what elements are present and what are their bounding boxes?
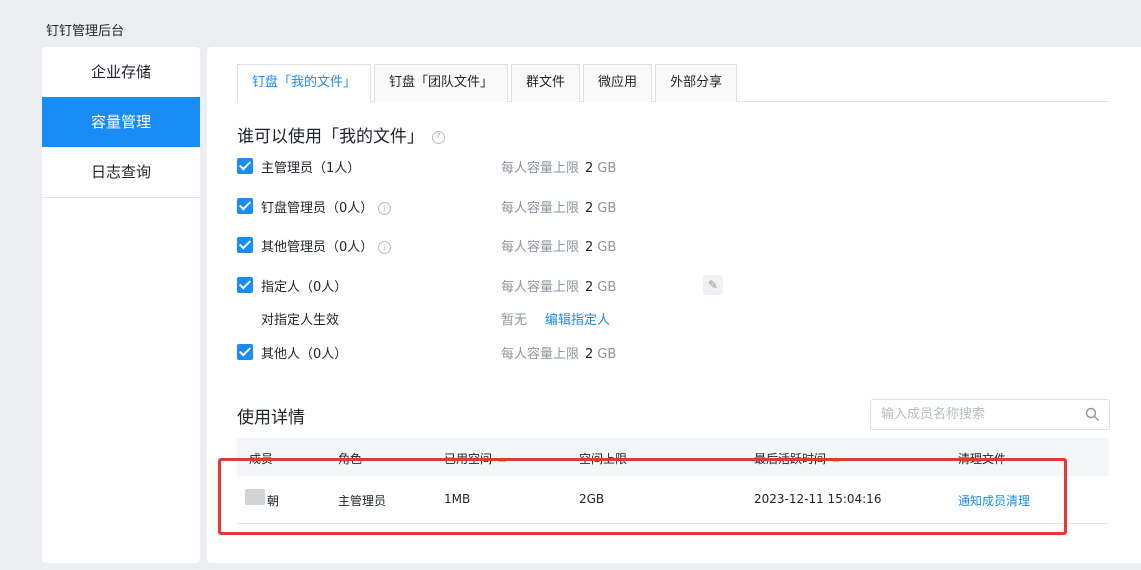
column-header-used-label: 已用空间 [444, 452, 493, 466]
table-row: 朝 主管理员 1MB 2GB 2023-12-11 15:04:16 通知成员清… [237, 476, 1109, 524]
quota-info: 每人容量上限 2 GB [501, 157, 616, 176]
quota-value: 2 [585, 347, 594, 362]
sort-icon[interactable] [498, 457, 507, 462]
last-active-time: 2023-12-11 15:04:16 [754, 492, 882, 506]
sidebar-item-enterprise-storage[interactable]: 企业存储 [42, 47, 200, 97]
quota-unit: GB [597, 347, 617, 362]
search-icon[interactable] [1085, 407, 1099, 421]
quota-value: 2 [585, 280, 594, 295]
tab-group-files[interactable]: 群文件 [511, 64, 581, 102]
permission-label-text: 钉盘管理员（0人） [261, 201, 374, 216]
permission-row: 其他管理员（0人） i 每人容量上限 2 GB [237, 235, 837, 255]
quota-value: 2 [585, 240, 594, 255]
quota-value: 2 [585, 161, 594, 176]
quota-unit: GB [597, 240, 617, 255]
info-icon[interactable]: i [378, 241, 392, 254]
usage-title: 使用详情 [237, 408, 305, 428]
quota-value: 2 [585, 201, 594, 216]
permission-row: 其他人（0人） 每人容量上限 2 GB [237, 342, 837, 362]
table-header: 成员 角色 已用空间 空间上限 最后活跃时间 清理文件 [237, 438, 1109, 476]
column-header-limit: 空间上限 [579, 452, 628, 466]
used-space: 1MB [444, 492, 471, 506]
quota-prefix: 每人容量上限 [501, 347, 580, 362]
sidebar: 企业存储 容量管理 日志查询 [42, 47, 200, 563]
member-role: 主管理员 [338, 494, 387, 508]
app-title: 钉钉管理后台 [46, 24, 125, 39]
tab-my-files[interactable]: 钉盘「我的文件」 [237, 64, 372, 103]
quota-unit: GB [597, 161, 617, 176]
quota-info: 每人容量上限 2 GB [501, 276, 616, 295]
edit-icon[interactable]: ✎ [703, 275, 723, 295]
search-input[interactable] [871, 400, 1071, 429]
sort-icon[interactable] [832, 457, 841, 462]
quota-info: 每人容量上限 2 GB [501, 343, 616, 362]
sidebar-item-log-query[interactable]: 日志查询 [42, 147, 200, 197]
space-limit: 2GB [579, 492, 605, 506]
usage-table: 成员 角色 已用空间 空间上限 最后活跃时间 清理文件 朝 主管理员 1MB 2… [237, 438, 1109, 524]
permission-row: 指定人（0人） 每人容量上限 2 GB ✎ [237, 275, 837, 295]
column-header-last-active[interactable]: 最后活跃时间 [754, 450, 841, 467]
quota-unit: GB [597, 201, 617, 216]
permission-row: 钉盘管理员（0人） i 每人容量上限 2 GB [237, 196, 837, 216]
quota-prefix: 每人容量上限 [501, 201, 580, 216]
permission-label: 指定人（0人） [261, 280, 348, 295]
member-name: 朝 [267, 494, 280, 508]
permission-label: 钉盘管理员（0人） i [261, 197, 392, 216]
quota-unit: GB [597, 280, 617, 295]
tab-external-share[interactable]: 外部分享 [655, 64, 738, 102]
permission-label-text: 其他管理员（0人） [261, 240, 374, 255]
question-icon[interactable]: ? [432, 130, 445, 144]
permission-label: 其他管理员（0人） i [261, 236, 392, 255]
permissions-title-text: 谁可以使用「我的文件」 [237, 127, 424, 147]
column-header-member: 成员 [249, 452, 274, 466]
sidebar-divider [42, 197, 200, 198]
column-header-role: 角色 [338, 452, 363, 466]
checkbox-other-admin[interactable] [237, 237, 253, 253]
notify-cleanup-link[interactable]: 通知成员清理 [958, 492, 1030, 509]
checkbox-others[interactable] [237, 344, 253, 360]
checkbox-designated[interactable] [237, 277, 253, 293]
column-header-used[interactable]: 已用空间 [444, 450, 507, 467]
quota-prefix: 每人容量上限 [501, 280, 580, 295]
column-header-last-active-label: 最后活跃时间 [754, 452, 827, 466]
designated-value: 暂无 [501, 313, 528, 328]
permission-row: 主管理员（1人） 每人容量上限 2 GB [237, 156, 837, 176]
tab-bar: 钉盘「我的文件」 钉盘「团队文件」 群文件 微应用 外部分享 [237, 64, 1109, 103]
member-search [870, 399, 1110, 430]
permission-label: 主管理员（1人） [261, 161, 361, 176]
tab-team-files[interactable]: 钉盘「团队文件」 [374, 64, 509, 102]
permission-label: 其他人（0人） [261, 347, 348, 362]
checkbox-main-admin[interactable] [237, 158, 253, 174]
column-header-clean: 清理文件 [958, 452, 1007, 466]
checkbox-drive-admin[interactable] [237, 198, 253, 214]
edit-designated-link[interactable]: 编辑指定人 [545, 309, 610, 328]
member-name-redacted [245, 489, 265, 505]
quota-prefix: 每人容量上限 [501, 161, 580, 176]
permissions-title: 谁可以使用「我的文件」? [237, 122, 445, 147]
tab-micro-apps[interactable]: 微应用 [583, 64, 653, 102]
quota-info: 每人容量上限 2 GB [501, 236, 616, 255]
quota-prefix: 每人容量上限 [501, 240, 580, 255]
main-panel: 钉盘「我的文件」 钉盘「团队文件」 群文件 微应用 外部分享 谁可以使用「我的文… [207, 47, 1141, 563]
sidebar-item-capacity-management[interactable]: 容量管理 [42, 97, 200, 147]
designated-label: 对指定人生效 [261, 313, 340, 328]
info-icon[interactable]: i [378, 202, 392, 215]
designated-row: 对指定人生效 暂无 编辑指定人 [261, 309, 861, 329]
quota-info: 每人容量上限 2 GB [501, 197, 616, 216]
